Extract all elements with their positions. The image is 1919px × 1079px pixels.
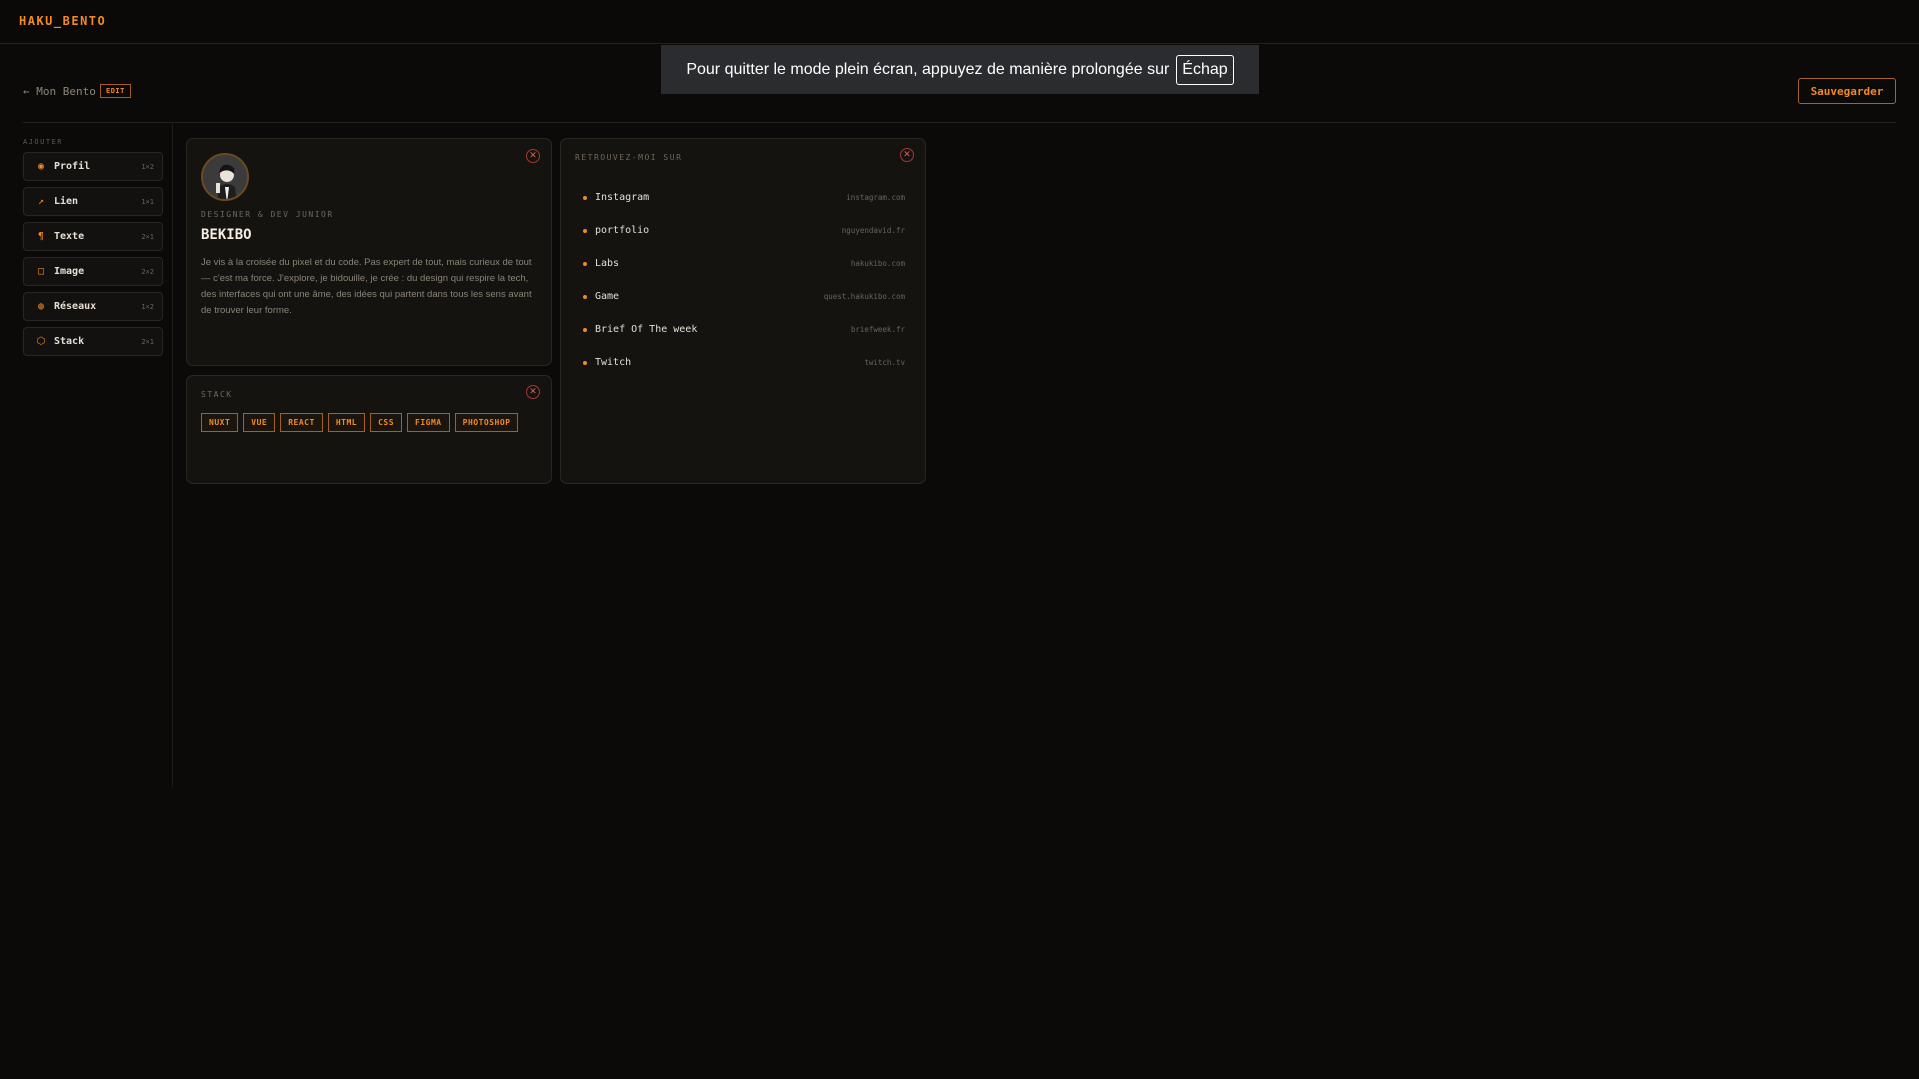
avatar	[201, 153, 249, 201]
link-label: Game	[595, 291, 620, 302]
stack-tag: NUXT	[201, 413, 239, 432]
sidebar-item-profil[interactable]: ◉ Profil 1×2	[23, 152, 163, 181]
block-size: 2×2	[141, 267, 154, 276]
link-url: briefweek.fr	[850, 325, 905, 334]
bullet-icon	[583, 228, 587, 233]
close-icon[interactable]: ✕	[526, 149, 540, 163]
sidebar-item-label: Image	[54, 266, 85, 277]
profile-card[interactable]: ✕ DESIGNER & DEV JUNIOR BEKIBO Je vis à …	[186, 138, 552, 366]
stack-tag: PHOTOSHOP	[454, 413, 519, 432]
link-url: quest.hakukibo.com	[823, 292, 905, 301]
close-icon[interactable]: ✕	[900, 148, 914, 162]
bullet-icon	[583, 360, 587, 365]
bullet-icon	[583, 261, 587, 266]
link-item-portfolio[interactable]: portfolio nguyendavid.fr	[583, 214, 905, 247]
sidebar-item-lien[interactable]: ↗ Lien 1×1	[23, 187, 163, 216]
link-item-twitch[interactable]: Twitch twitch.tv	[583, 346, 905, 379]
back-link[interactable]: ← Mon Bento	[23, 85, 96, 98]
sidebar-item-label: Stack	[54, 336, 85, 347]
link-icon: ↗	[37, 196, 45, 207]
sidebar-item-label: Texte	[54, 231, 85, 242]
fullscreen-notice-text: Pour quitter le mode plein écran, appuye…	[686, 60, 1170, 78]
block-size: 1×2	[141, 302, 154, 311]
block-size: 1×2	[141, 162, 154, 171]
bullet-icon	[583, 327, 587, 332]
app-logo[interactable]: HAKU_BENTO	[19, 14, 106, 28]
link-label: portfolio	[595, 225, 650, 236]
link-label: Labs	[595, 258, 620, 269]
stack-tag: FIGMA	[407, 413, 450, 432]
sidebar-item-label: Réseaux	[54, 301, 97, 312]
stack-tag: VUE	[243, 413, 276, 432]
edit-mode-badge: EDIT	[100, 84, 131, 98]
link-label: Twitch	[595, 357, 632, 368]
sidebar-divider	[172, 122, 173, 787]
link-item-instagram[interactable]: Instagram instagram.com	[583, 181, 905, 214]
paragraph-icon: ¶	[37, 231, 45, 242]
stack-tag: REACT	[280, 413, 323, 432]
links-title: RETROUVEZ-MOI SUR	[575, 153, 683, 162]
link-url: twitch.tv	[864, 358, 905, 367]
editor-toolbar: ← Mon Bento EDIT Sauvegarder	[23, 78, 1896, 123]
block-size: 2×1	[141, 232, 154, 241]
stack-tags: NUXT VUE REACT HTML CSS FIGMA PHOTOSHOP	[201, 413, 519, 432]
link-label: Instagram	[595, 192, 650, 203]
network-icon: ◍	[37, 301, 45, 312]
sidebar-item-texte[interactable]: ¶ Texte 2×1	[23, 222, 163, 251]
sidebar-item-label: Lien	[54, 196, 79, 207]
links-card[interactable]: ✕ RETROUVEZ-MOI SUR Instagram instagram.…	[560, 138, 926, 484]
stack-tag: CSS	[370, 413, 403, 432]
profile-bio: Je vis à la croisée du pixel et du code.…	[201, 257, 532, 316]
bullet-icon	[583, 195, 587, 200]
sidebar-item-reseaux[interactable]: ◍ Réseaux 1×2	[23, 292, 163, 321]
sidebar-item-image[interactable]: □ Image 2×2	[23, 257, 163, 286]
stack-title: STACK	[201, 390, 233, 399]
link-item-game[interactable]: Game quest.hakukibo.com	[583, 280, 905, 313]
block-size: 2×1	[141, 337, 154, 346]
avatar-illustration	[203, 155, 247, 199]
stack-tag: HTML	[327, 413, 366, 432]
bullet-icon	[583, 294, 587, 299]
close-icon[interactable]: ✕	[526, 385, 540, 399]
links-list: Instagram instagram.com portfolio nguyen…	[583, 181, 905, 379]
save-button[interactable]: Sauvegarder	[1798, 78, 1896, 104]
link-item-labs[interactable]: Labs hakukibo.com	[583, 247, 905, 280]
sidebar-title: AJOUTER	[23, 138, 64, 146]
profile-role: DESIGNER & DEV JUNIOR	[201, 210, 334, 219]
stack-card[interactable]: ✕ STACK NUXT VUE REACT HTML CSS FIGMA PH…	[186, 375, 552, 484]
image-icon: □	[37, 266, 45, 277]
sidebar-item-stack[interactable]: ⬡ Stack 2×1	[23, 327, 163, 356]
link-url: instagram.com	[846, 193, 905, 202]
link-url: hakukibo.com	[850, 259, 905, 268]
stack-icon: ⬡	[36, 336, 46, 347]
link-item-brief[interactable]: Brief Of The week briefweek.fr	[583, 313, 905, 346]
profile-name: BEKIBO	[201, 227, 252, 243]
add-block-sidebar: AJOUTER ◉ Profil 1×2 ↗ Lien 1×1 ¶ Texte …	[23, 138, 165, 362]
profile-icon: ◉	[37, 161, 45, 172]
link-url: nguyendavid.fr	[841, 226, 905, 235]
block-size: 1×1	[141, 197, 154, 206]
link-label: Brief Of The week	[595, 324, 698, 335]
top-bar: HAKU_BENTO	[0, 0, 1919, 44]
sidebar-item-label: Profil	[54, 161, 91, 172]
